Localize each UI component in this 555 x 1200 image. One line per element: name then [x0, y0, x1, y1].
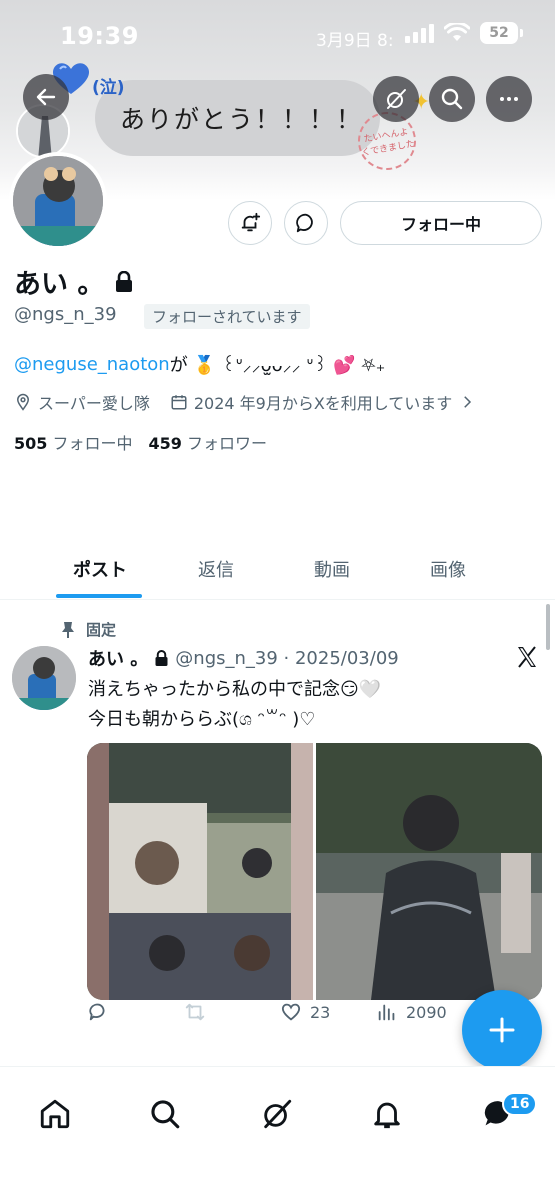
display-name: あい 。 — [14, 262, 134, 301]
views-button[interactable]: 2090 — [376, 1001, 447, 1023]
post-header: あい 。 @ngs_n_39 · 2025/03/09 — [88, 645, 399, 671]
x-logo-icon — [518, 646, 536, 668]
joined-text: 2024 年9月からXを利用しています — [193, 394, 453, 413]
repost-button[interactable] — [184, 1001, 206, 1023]
location-icon — [16, 393, 30, 411]
pinned-text: 固定 — [86, 621, 117, 639]
follow-stats: 505 フォロー中 459 フォロワー — [14, 430, 267, 454]
post-media[interactable] — [87, 743, 542, 1000]
followers-stat[interactable]: 459 フォロワー — [149, 430, 268, 454]
heart-icon — [281, 1003, 301, 1021]
wifi-icon — [444, 23, 470, 41]
status-icons: 52 — [405, 22, 523, 44]
status-time: 19:39 — [60, 22, 139, 50]
repost-icon — [185, 1003, 205, 1021]
message-button[interactable] — [284, 201, 328, 245]
post-author-name[interactable]: あい 。 — [88, 645, 148, 671]
tab-replies[interactable]: 返信 — [158, 540, 274, 599]
lock-icon — [155, 649, 168, 666]
profile-bio: @neguse_naoton が 🥇 ꒰ᐡ⸝⸝ᴗ̫ᴗ⸝⸝ ᐡ꒱ 💕 ⛧₊ — [14, 351, 385, 377]
post-avatar[interactable] — [12, 646, 76, 710]
grok-button[interactable] — [373, 76, 419, 122]
search-button[interactable] — [429, 76, 475, 122]
home-icon[interactable] — [38, 1097, 72, 1131]
signal-icon — [405, 23, 434, 43]
bell-plus-icon — [241, 212, 261, 232]
pin-icon — [62, 621, 74, 638]
search-nav-icon[interactable] — [148, 1097, 182, 1131]
following-button[interactable]: フォロー中 — [340, 201, 542, 245]
notify-button[interactable] — [228, 201, 272, 245]
chevron-right-icon[interactable] — [458, 393, 476, 411]
status-date: 3月9日 8: — [316, 31, 394, 51]
bio-text: が 🥇 ꒰ᐡ⸝⸝ᴗ̫ᴗ⸝⸝ ᐡ꒱ 💕 ⛧₊ — [169, 355, 386, 376]
post-text-line2: 今日も朝かららぶ(ශ ᵔ꒳ᵔ )♡ — [88, 709, 316, 730]
post-text-line1: 消えちゃったから私の中で記念😏🤍 — [88, 679, 382, 700]
bio-mention-link[interactable]: @neguse_naoton — [14, 354, 170, 375]
location-text: スーパー愛し隊 — [38, 394, 150, 413]
more-button[interactable] — [486, 76, 532, 122]
reply-icon — [89, 1003, 105, 1021]
profile-meta: スーパー愛し隊 2024 年9月からXを利用しています — [14, 390, 476, 414]
profile-tabs: ポスト 返信 動画 画像 — [0, 540, 555, 600]
reply-button[interactable] — [88, 1001, 110, 1023]
more-dots-icon — [500, 97, 518, 101]
messages-badge: 16 — [502, 1092, 538, 1116]
pinned-label: 固定 — [60, 619, 116, 640]
active-tab-indicator — [56, 594, 142, 598]
search-icon — [441, 88, 463, 110]
battery-indicator: 52 — [480, 22, 523, 44]
back-arrow-icon — [36, 88, 56, 106]
post-image-photo[interactable] — [316, 743, 542, 1000]
grok-icon — [387, 89, 406, 109]
calendar-icon — [171, 395, 187, 410]
display-name-text: あい 。 — [14, 269, 105, 300]
compose-post-button[interactable] — [462, 990, 542, 1070]
views-chart-icon — [378, 1004, 395, 1021]
scrollbar[interactable] — [546, 604, 550, 650]
like-count: 23 — [310, 1002, 331, 1022]
like-button[interactable]: 23 — [280, 1001, 330, 1023]
profile-avatar[interactable] — [9, 152, 107, 250]
back-button[interactable] — [23, 74, 69, 120]
following-stat[interactable]: 505 フォロー中 — [14, 430, 133, 454]
tab-images[interactable]: 画像 — [390, 540, 506, 599]
bubble-text: ありがとう！！！！ — [120, 105, 364, 134]
post-image-collage[interactable] — [87, 743, 313, 1000]
bottom-nav — [0, 1066, 555, 1200]
notifications-icon[interactable] — [370, 1097, 404, 1131]
plus-icon — [489, 1017, 515, 1043]
profile-handle: @ngs_n_39 — [14, 304, 117, 325]
grok-nav-icon[interactable] — [260, 1097, 294, 1131]
lock-icon — [116, 270, 133, 292]
cry-text: (泣) — [92, 78, 125, 98]
follows-you-badge: フォローされています — [144, 304, 310, 329]
post-handle-date: @ngs_n_39 · 2025/03/09 — [175, 647, 399, 669]
tab-videos[interactable]: 動画 — [274, 540, 390, 599]
view-count: 2090 — [406, 1002, 447, 1022]
chat-bubble-icon — [296, 213, 313, 233]
tab-posts[interactable]: ポスト — [42, 540, 158, 599]
